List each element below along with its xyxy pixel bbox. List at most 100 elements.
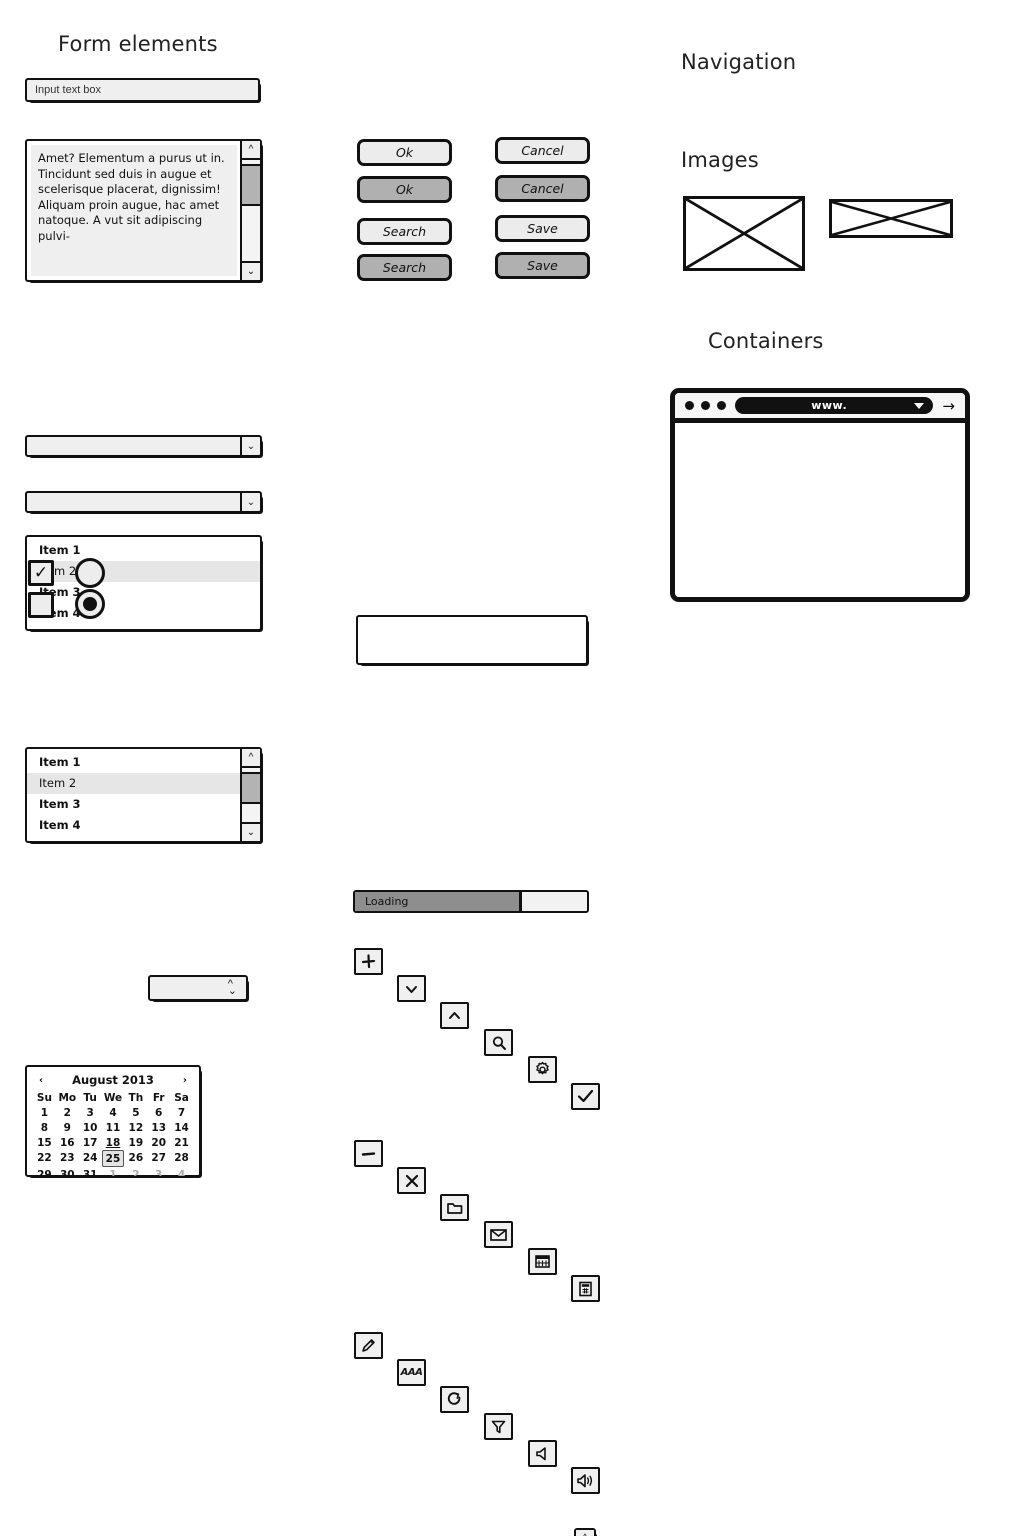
- check-icon[interactable]: [571, 1083, 600, 1110]
- calendar-day[interactable]: 11: [102, 1120, 125, 1135]
- scroll-down-button[interactable]: ⌄: [242, 822, 260, 841]
- list-item[interactable]: Item 2: [27, 561, 260, 582]
- cancel-button-light[interactable]: Cancel: [495, 137, 590, 164]
- url-input[interactable]: www.: [735, 397, 934, 414]
- list-item[interactable]: Item 2: [27, 773, 240, 794]
- scroll-up-button[interactable]: ^: [242, 749, 260, 768]
- volume-on-icon[interactable]: [571, 1467, 600, 1494]
- calendar-day[interactable]: 1: [33, 1105, 56, 1120]
- plus-icon[interactable]: [354, 948, 383, 975]
- scroll-track[interactable]: [242, 768, 260, 822]
- cancel-button-dark[interactable]: Cancel: [495, 175, 590, 202]
- calendar-day[interactable]: 30: [56, 1167, 79, 1182]
- calendar-day[interactable]: 10: [79, 1120, 102, 1135]
- radio-unselected[interactable]: [75, 558, 105, 588]
- textarea-scrollbar[interactable]: ^ ⌄: [240, 141, 260, 280]
- calendar-widget[interactable]: ‹ August 2013 › Su Mo Tu We Th Fr Sa 1 2…: [25, 1065, 202, 1181]
- calendar-day[interactable]: 13: [147, 1120, 170, 1135]
- list-item[interactable]: Item 1: [27, 540, 260, 561]
- calendar-next-button[interactable]: ›: [183, 1075, 187, 1086]
- listbox-scrollable[interactable]: Item 1 Item 2 Item 3 Item 4 ^ ⌄: [25, 747, 263, 844]
- calendar-day[interactable]: 26: [124, 1150, 147, 1167]
- url-dropdown-caret-icon[interactable]: [914, 402, 925, 409]
- folder-icon[interactable]: [440, 1194, 469, 1221]
- calendar-day[interactable]: 12: [124, 1120, 147, 1135]
- list-item[interactable]: Item 4: [27, 815, 240, 836]
- list-item[interactable]: Item 3: [27, 794, 240, 815]
- textarea[interactable]: Amet? Elementum a purus ut in. Tincidunt…: [25, 139, 263, 283]
- calendar-day[interactable]: 19: [124, 1135, 147, 1150]
- spinner-down-icon[interactable]: ⌄: [228, 986, 237, 997]
- text-size-icon[interactable]: AAA: [397, 1359, 426, 1386]
- radio-selected[interactable]: [75, 589, 105, 619]
- textarea-value[interactable]: Amet? Elementum a purus ut in. Tincidunt…: [31, 145, 237, 276]
- calendar-day[interactable]: 20: [147, 1135, 170, 1150]
- calendar-day[interactable]: 2: [56, 1105, 79, 1120]
- window-dot-icon[interactable]: [701, 401, 710, 410]
- calendar-day[interactable]: 23: [56, 1150, 79, 1167]
- window-controls-dots[interactable]: [685, 401, 726, 410]
- scroll-up-button[interactable]: ^: [242, 141, 260, 160]
- calendar-day[interactable]: 17: [79, 1135, 102, 1150]
- envelope-icon[interactable]: [484, 1221, 513, 1248]
- list-item[interactable]: Item 4: [27, 603, 260, 624]
- scroll-thumb[interactable]: [242, 164, 260, 206]
- search-button-light[interactable]: Search: [357, 218, 452, 245]
- calendar-day[interactable]: 4: [102, 1105, 125, 1120]
- chevron-up-icon[interactable]: [440, 1002, 469, 1029]
- calendar-day[interactable]: 3: [79, 1105, 102, 1120]
- calendar-day[interactable]: 22: [33, 1150, 56, 1167]
- calendar-day-othermonth[interactable]: 2: [124, 1167, 147, 1182]
- calendar-prev-button[interactable]: ‹: [39, 1075, 43, 1086]
- search-icon[interactable]: [484, 1029, 513, 1056]
- save-button-dark[interactable]: Save: [495, 252, 590, 279]
- scroll-thumb[interactable]: [242, 772, 260, 804]
- calendar-day-selected[interactable]: 25: [101, 1150, 125, 1167]
- minus-icon[interactable]: [354, 1140, 383, 1167]
- filter-icon[interactable]: [484, 1413, 513, 1440]
- calendar-day[interactable]: 21: [170, 1135, 193, 1150]
- scroll-up-button[interactable]: ^: [576, 1530, 594, 1536]
- checkbox-checked[interactable]: ✓: [28, 560, 54, 586]
- scroll-track[interactable]: [242, 160, 260, 261]
- calendar-icon[interactable]: [528, 1248, 557, 1275]
- close-x-icon[interactable]: [397, 1167, 426, 1194]
- text-input[interactable]: Input text box: [25, 78, 261, 103]
- chevron-down-icon[interactable]: [397, 975, 426, 1002]
- listbox-plain[interactable]: Item 1 Item 2 Item 3 Item 4: [25, 535, 263, 632]
- calendar-day[interactable]: 24: [79, 1150, 102, 1167]
- calendar-day-othermonth[interactable]: 4: [170, 1167, 193, 1182]
- select-dropdown-1[interactable]: ⌄: [25, 435, 263, 458]
- standalone-scrollbar[interactable]: ^ ⌄: [574, 1528, 597, 1536]
- chevron-down-icon[interactable]: ⌄: [240, 437, 260, 455]
- select-dropdown-2[interactable]: ⌄: [25, 491, 263, 514]
- calendar-day[interactable]: 14: [170, 1120, 193, 1135]
- chevron-down-icon[interactable]: ⌄: [240, 493, 260, 511]
- gear-icon[interactable]: [528, 1056, 557, 1083]
- window-dot-icon[interactable]: [685, 401, 694, 410]
- calculator-icon[interactable]: [571, 1275, 600, 1302]
- calendar-day[interactable]: 16: [56, 1135, 79, 1150]
- calendar-day[interactable]: 18: [102, 1135, 125, 1150]
- search-button-dark[interactable]: Search: [357, 254, 452, 281]
- calendar-day[interactable]: 5: [124, 1105, 147, 1120]
- calendar-day[interactable]: 8: [33, 1120, 56, 1135]
- spinner-input[interactable]: ^ ⌄: [148, 975, 249, 1002]
- volume-mute-icon[interactable]: [528, 1440, 557, 1467]
- calendar-day[interactable]: 28: [170, 1150, 193, 1167]
- calendar-day[interactable]: 29: [33, 1167, 56, 1182]
- listbox-scrollbar[interactable]: ^ ⌄: [240, 749, 260, 841]
- calendar-day[interactable]: 27: [147, 1150, 170, 1167]
- scroll-down-button[interactable]: ⌄: [242, 261, 260, 280]
- go-arrow-icon[interactable]: →: [942, 397, 955, 415]
- calendar-day[interactable]: 9: [56, 1120, 79, 1135]
- window-dot-icon[interactable]: [717, 401, 726, 410]
- calendar-day[interactable]: 7: [170, 1105, 193, 1120]
- calendar-day-othermonth[interactable]: 3: [147, 1167, 170, 1182]
- ok-button-dark[interactable]: Ok: [357, 176, 452, 203]
- list-item[interactable]: Item 1: [27, 752, 240, 773]
- spinner-up-icon[interactable]: ^: [228, 979, 237, 990]
- list-item[interactable]: Item 3: [27, 582, 260, 603]
- spinner-arrows[interactable]: ^ ⌄: [228, 979, 237, 997]
- refresh-icon[interactable]: [440, 1386, 469, 1413]
